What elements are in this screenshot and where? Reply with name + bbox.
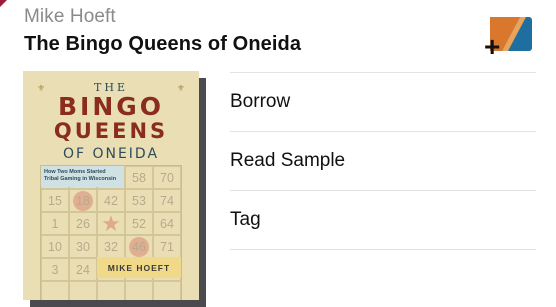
grid-cell: 74 — [153, 189, 181, 212]
grid-cell: 15 — [41, 189, 69, 212]
book-cover[interactable]: ⚜ ⚜ THE BINGO QUEENS OF ONEIDA 58 70 15 … — [23, 71, 199, 300]
cover-author: MIKE HOEFT — [97, 257, 181, 278]
divider — [230, 249, 536, 250]
grid-cell: 52 — [125, 212, 153, 235]
grid-cell — [153, 281, 181, 300]
grid-cell-marked: 18 — [69, 189, 97, 212]
action-list: Borrow Read Sample Tag — [230, 72, 536, 250]
grid-cell — [97, 281, 125, 300]
borrow-button[interactable]: Borrow — [230, 73, 536, 131]
corner-accent — [0, 0, 7, 7]
grid-cell: 42 — [97, 189, 125, 212]
grid-cell: 24 — [69, 258, 97, 281]
grid-cell: 32 — [97, 235, 125, 258]
book-title: The Bingo Queens of Oneida — [24, 33, 302, 55]
grid-cell — [125, 281, 153, 300]
cover-queens: QUEENS — [53, 119, 169, 143]
grid-cell: 10 — [41, 235, 69, 258]
plus-icon: + — [484, 31, 501, 62]
grid-cell — [69, 281, 97, 300]
cover-of-oneida: OF ONEIDA — [62, 146, 160, 162]
grid-cell: 64 — [153, 212, 181, 235]
grid-cell: 30 — [69, 235, 97, 258]
grid-cell: 26 — [69, 212, 97, 235]
grid-cell: 58 — [125, 166, 153, 189]
grid-cell-marked: 46 — [125, 235, 153, 258]
grid-cell: 1 — [41, 212, 69, 235]
grid-cell — [41, 281, 69, 300]
cover-bingo: BINGO — [57, 92, 165, 121]
grid-cell: 3 — [41, 258, 69, 281]
read-sample-button[interactable]: Read Sample — [230, 132, 536, 190]
grid-cell: 53 — [125, 189, 153, 212]
grid-cell: 70 — [153, 166, 181, 189]
tag-button[interactable]: Tag — [230, 191, 536, 249]
book-author[interactable]: Mike Hoeft — [24, 6, 116, 28]
add-to-shelf-button[interactable]: + — [484, 17, 532, 61]
grid-cell: 71 — [153, 235, 181, 258]
cover-subtitle: How Two Moms Started Tribal Gaming in Wi… — [41, 166, 124, 187]
grid-cell-star — [97, 211, 125, 237]
